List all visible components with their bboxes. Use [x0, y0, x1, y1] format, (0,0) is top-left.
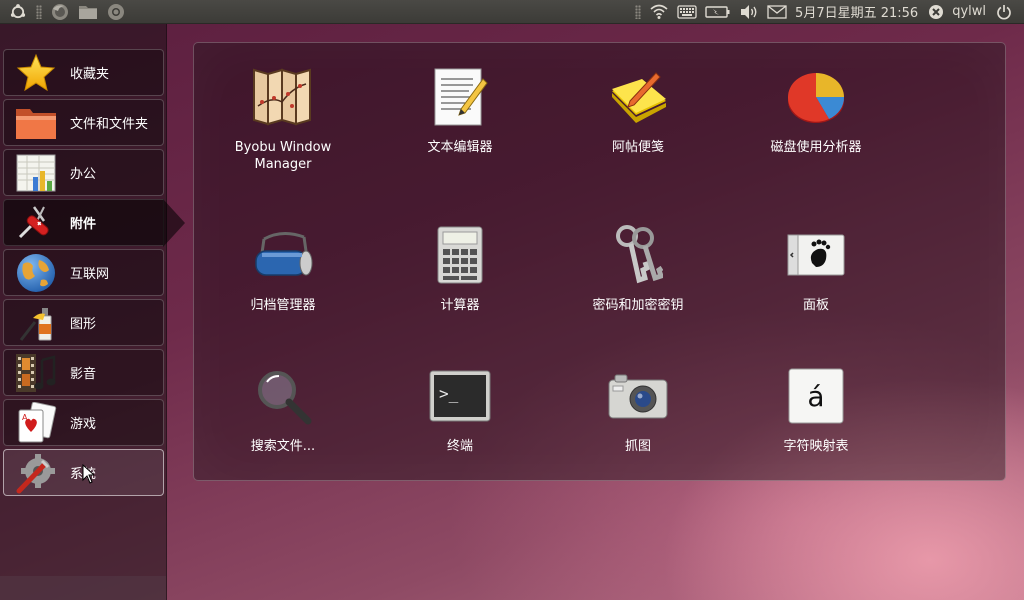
sidebar-footer — [0, 576, 166, 600]
help-icon[interactable] — [105, 1, 127, 23]
sidebar-item-graphics[interactable]: 图形 — [3, 299, 164, 346]
app-byobu[interactable]: Byobu Window Manager — [194, 43, 372, 173]
app-archive-manager[interactable]: 归档管理器 — [194, 201, 372, 331]
cards-icon: A — [14, 401, 58, 445]
folding-screen-icon — [251, 65, 315, 129]
folder-icon — [14, 101, 58, 145]
ubuntu-logo-icon[interactable] — [7, 1, 29, 23]
app-label: 计算器 — [440, 298, 480, 313]
svg-text:A: A — [22, 413, 28, 422]
sidebar-item-accessories[interactable]: 附件 — [3, 199, 185, 247]
app-label: 文本编辑器 — [427, 140, 493, 155]
app-label: 阿帖便笺 — [611, 140, 664, 155]
mail-icon[interactable] — [766, 1, 788, 23]
character-map-icon: á — [784, 364, 848, 428]
swiss-knife-icon — [14, 201, 58, 245]
sidebar-item-internet[interactable]: 互联网 — [3, 249, 164, 296]
gnome-foot-icon — [784, 223, 848, 287]
files-folder-icon[interactable] — [77, 1, 99, 23]
terminal-prompt-text: >_ — [439, 384, 459, 403]
app-passwords-keys[interactable]: 密码和加密密钥 — [549, 201, 727, 331]
sidebar-item-label: 附件 — [70, 217, 97, 232]
text-editor-icon — [428, 65, 492, 129]
battery-icon[interactable] — [704, 1, 732, 23]
sidebar-item-label: 办公 — [70, 167, 97, 182]
sidebar-item-label: 游戏 — [70, 417, 97, 432]
globe-icon — [14, 251, 58, 295]
sidebar-item-games[interactable]: A 游戏 — [3, 399, 164, 446]
username-label[interactable]: qylwl — [952, 4, 986, 19]
app-label: 字符映射表 — [783, 439, 849, 454]
film-music-icon — [14, 351, 58, 395]
app-panel[interactable]: 面板 — [727, 201, 905, 331]
sidebar-item-favorites[interactable]: 收藏夹 — [3, 49, 164, 96]
archive-roller-icon — [251, 223, 315, 287]
app-label: 归档管理器 — [250, 298, 316, 313]
app-label: 搜索文件... — [250, 439, 316, 454]
drag-handle[interactable] — [36, 4, 42, 19]
sticky-note-icon — [606, 65, 670, 129]
app-text-editor[interactable]: 文本编辑器 — [371, 43, 549, 173]
user-status-icon[interactable] — [925, 1, 947, 23]
app-search-files[interactable]: 搜索文件... — [194, 342, 372, 472]
app-disk-usage-analyzer[interactable]: 磁盘使用分析器 — [727, 43, 905, 173]
app-sticky-notes[interactable]: 阿帖便笺 — [549, 43, 727, 173]
paint-tube-icon — [14, 301, 58, 345]
app-label: 抓图 — [624, 439, 651, 454]
app-label: 终端 — [446, 439, 473, 454]
pie-chart-icon — [784, 65, 848, 129]
volume-icon[interactable] — [738, 1, 760, 23]
app-calculator[interactable]: 计算器 — [371, 201, 549, 331]
sidebar-item-label: 图形 — [70, 317, 97, 332]
sidebar-item-office[interactable]: 办公 — [3, 149, 164, 196]
sidebar-item-label: 收藏夹 — [70, 67, 110, 82]
sidebar-item-label: 文件和文件夹 — [70, 117, 149, 132]
app-character-map[interactable]: á 字符映射表 — [727, 342, 905, 472]
character-map-glyph: á — [807, 380, 824, 413]
mouse-cursor-icon — [82, 464, 94, 484]
app-label: Byobu Window Manager — [234, 140, 332, 172]
drag-handle-right[interactable] — [635, 4, 642, 19]
calculator-icon — [428, 223, 492, 287]
top-panel: 5月7日星期五 21:56 qylwl — [0, 0, 1024, 24]
sidebar-item-multimedia[interactable]: 影音 — [3, 349, 164, 396]
clock-datetime[interactable]: 5月7日星期五 21:56 — [795, 2, 918, 21]
star-icon — [14, 51, 58, 95]
app-label: 面板 — [802, 298, 829, 313]
terminal-icon: >_ — [428, 364, 492, 428]
applications-grid: Byobu Window Manager 文本编辑器 阿帖便笺 磁盘使用分析器 … — [193, 42, 1006, 481]
app-label: 密码和加密密钥 — [592, 298, 684, 313]
wrench-gear-icon — [14, 451, 58, 495]
sidebar-item-label: 互联网 — [70, 267, 110, 282]
app-screenshot[interactable]: 抓图 — [549, 342, 727, 472]
firefox-icon[interactable] — [49, 1, 71, 23]
sidebar-item-files-folders[interactable]: 文件和文件夹 — [3, 99, 164, 146]
office-chart-icon — [14, 151, 58, 195]
sidebar-item-label: 影音 — [70, 367, 97, 382]
wifi-icon[interactable] — [648, 1, 670, 23]
app-label: 磁盘使用分析器 — [770, 140, 862, 155]
category-sidebar: 收藏夹 文件和文件夹 办公 附件 互联网 图形 影音 A 游戏 — [0, 24, 185, 600]
camera-icon — [606, 364, 670, 428]
power-icon[interactable] — [993, 1, 1015, 23]
keyboard-icon[interactable] — [676, 1, 698, 23]
app-terminal[interactable]: >_ 终端 — [371, 342, 549, 472]
keys-icon — [606, 223, 670, 287]
magnifier-icon — [251, 364, 315, 428]
